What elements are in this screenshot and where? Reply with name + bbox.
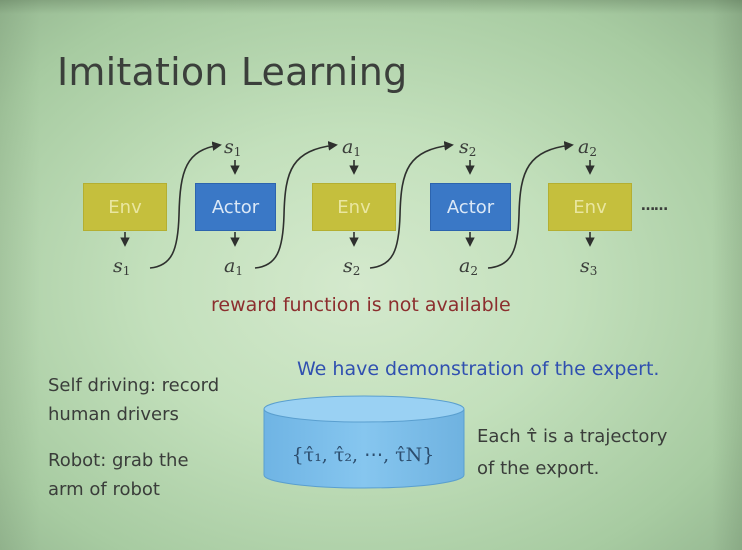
trajectory-note: Each τ̂ is a trajectory of the export. (477, 421, 667, 485)
top-action-label: a2 (578, 136, 597, 159)
slide: Imitation Learning Env Actor Env Actor E… (0, 0, 742, 550)
self-driving-line: human drivers (48, 404, 179, 425)
trajectory-note-line: Each τ̂ is a trajectory (477, 426, 668, 447)
bottom-state-label: s3 (580, 255, 598, 278)
trajectory-set: {τ̂₁, τ̂₂, ⋯, τ̂N} (291, 444, 435, 466)
env-box: Env (548, 183, 632, 231)
self-driving-example: Self driving: record human drivers (48, 371, 219, 429)
bottom-action-label: a1 (224, 255, 243, 278)
top-state-label: s2 (459, 136, 477, 159)
actor-box: Actor (195, 183, 276, 231)
bottom-state-label: s2 (343, 255, 361, 278)
trajectory-note-line: of the export. (477, 458, 600, 479)
demonstration-note: We have demonstration of the expert. (297, 358, 660, 380)
actor-box: Actor (430, 183, 511, 231)
env-box: Env (83, 183, 167, 231)
demonstration-cylinder (263, 395, 465, 489)
robot-line: Robot: grab the (48, 450, 189, 471)
reward-note: reward function is not available (211, 294, 511, 316)
top-state-label: s1 (224, 136, 242, 159)
robot-line: arm of robot (48, 479, 160, 500)
self-driving-line: Self driving: record (48, 375, 220, 396)
top-action-label: a1 (342, 136, 361, 159)
env-box: Env (312, 183, 396, 231)
robot-example: Robot: grab the arm of robot (48, 446, 189, 504)
bottom-action-label: a2 (459, 255, 478, 278)
bottom-state-label: s1 (113, 255, 131, 278)
ellipsis: …… (641, 198, 668, 214)
